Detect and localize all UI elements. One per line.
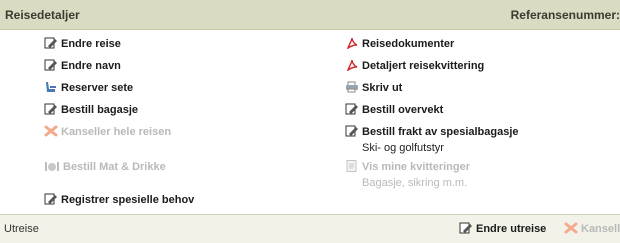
reference-number-label: Referansenummer: [510, 8, 620, 22]
edit-icon [44, 37, 57, 49]
cancel-icon [564, 222, 578, 234]
change-outbound-label: Endre utreise [476, 223, 547, 235]
print-icon [346, 81, 358, 93]
detailed-receipt-link[interactable]: Detaljert reisekvittering [345, 59, 484, 73]
edit-icon [44, 59, 57, 71]
detailed-receipt-label: Detaljert reisekvittering [362, 60, 485, 72]
print-label: Skriv ut [362, 82, 403, 94]
change-name-link[interactable]: Endre navn [44, 59, 121, 73]
order-overweight-label: Bestill overvekt [362, 104, 444, 116]
change-trip-label: Endre reise [61, 38, 121, 50]
order-overweight-link[interactable]: Bestill overvekt [345, 103, 443, 117]
edit-icon [459, 222, 472, 234]
travel-documents-label: Reisedokumenter [362, 38, 455, 50]
outbound-bar: Utreise Endre utreise Kanseller [0, 214, 620, 243]
cancel-outbound-button: Kanseller [564, 222, 620, 235]
reserve-seat-link[interactable]: Reserver sete [44, 81, 133, 95]
change-trip-link[interactable]: Endre reise [44, 37, 121, 51]
seat-icon [46, 82, 56, 92]
outbound-label: Utreise [4, 223, 39, 235]
section-title: Reisedetaljer [5, 8, 80, 22]
edit-icon [345, 103, 358, 115]
view-receipts-sublabel: Bagasje, sikring m.m. [362, 177, 468, 189]
cancel-outbound-label: Kanseller [581, 223, 620, 235]
special-baggage-sublabel: Ski- og golfutstyr [362, 142, 444, 154]
edit-icon [44, 193, 57, 205]
edit-icon [345, 125, 358, 137]
pdf-icon [346, 37, 358, 49]
section-header: Reisedetaljer Referansenummer: [0, 0, 620, 30]
cancel-whole-trip-label: Kanseller hele reisen [61, 126, 172, 138]
special-baggage-label: Bestill frakt av spesialbagasje [362, 126, 519, 138]
register-special-needs-link[interactable]: Registrer spesielle behov [44, 193, 194, 207]
view-receipts-label: Vis mine kvitteringer [362, 161, 471, 173]
document-icon [346, 160, 357, 172]
change-outbound-button[interactable]: Endre utreise [459, 222, 546, 235]
order-baggage-label: Bestill bagasje [61, 104, 139, 116]
print-link[interactable]: Skriv ut [345, 81, 402, 95]
travel-documents-link[interactable]: Reisedokumenter [345, 37, 454, 51]
view-receipts-link: Vis mine kvitteringer [345, 160, 470, 174]
order-food-drink-label: Bestill Mat & Drikke [63, 161, 166, 173]
actions-panel: Endre reise Endre navn Reserver sete Bes… [0, 30, 620, 214]
order-food-drink-link: Bestill Mat & Drikke [44, 160, 166, 174]
order-baggage-link[interactable]: Bestill bagasje [44, 103, 138, 117]
edit-icon [44, 103, 57, 115]
register-special-needs-label: Registrer spesielle behov [61, 194, 195, 206]
change-name-label: Endre navn [61, 60, 121, 72]
special-baggage-link[interactable]: Bestill frakt av spesialbagasje [345, 125, 519, 139]
cancel-icon [44, 125, 58, 137]
reserve-seat-label: Reserver sete [61, 82, 134, 94]
food-icon [45, 162, 59, 171]
cancel-whole-trip-link: Kanseller hele reisen [44, 125, 171, 139]
pdf-icon [346, 59, 358, 71]
